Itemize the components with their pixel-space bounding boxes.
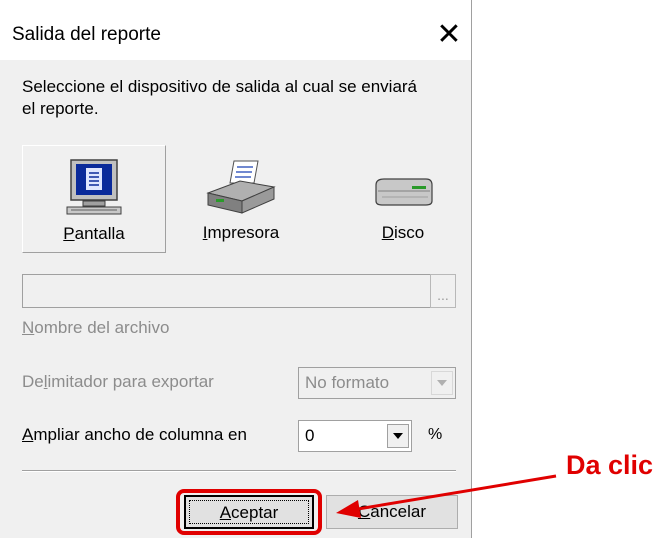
annotation-callout: Da clic <box>566 450 654 480</box>
